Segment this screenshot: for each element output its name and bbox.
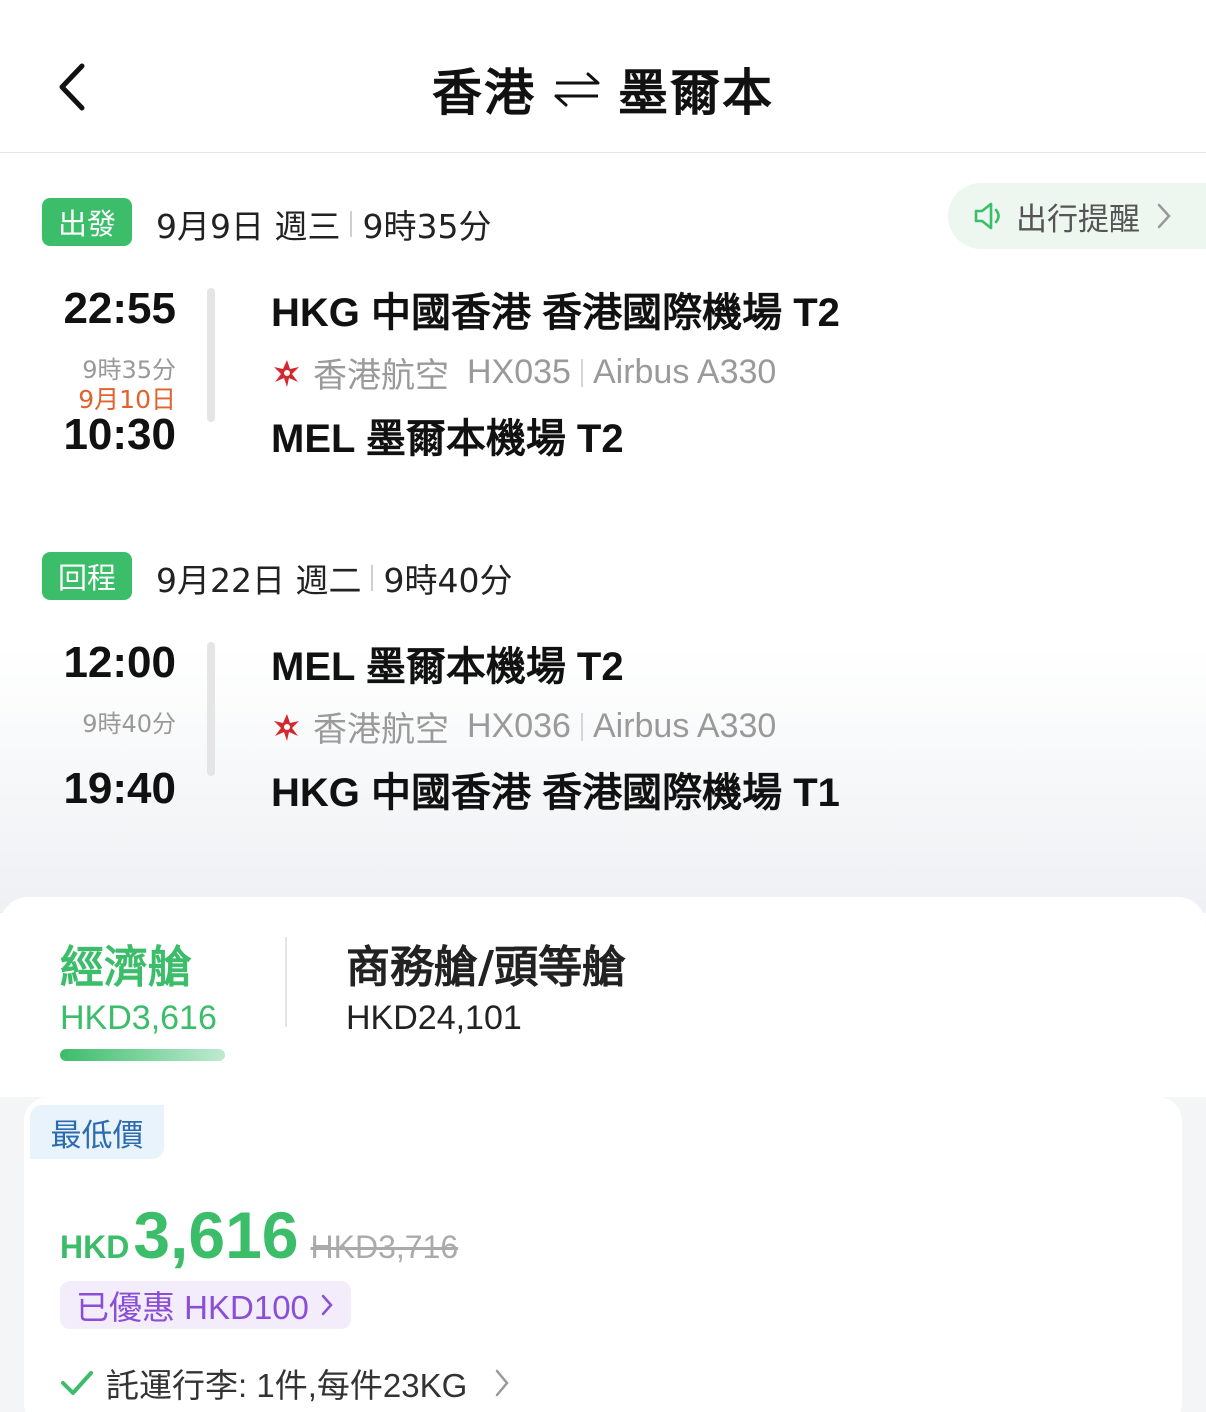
page-title: 香港 墨爾本 bbox=[0, 54, 1206, 124]
checkmark-icon bbox=[61, 1371, 93, 1395]
discount-button[interactable]: 已優惠 HKD100 bbox=[60, 1281, 351, 1329]
tab-economy[interactable]: 經濟艙 HKD3,616 bbox=[60, 931, 217, 1038]
outbound-total-duration: 9時35分 bbox=[362, 207, 492, 246]
price-currency: HKD bbox=[60, 1229, 130, 1265]
divider bbox=[371, 565, 374, 591]
hong-kong-airlines-logo-icon bbox=[274, 713, 299, 741]
timeline-line bbox=[207, 642, 215, 776]
round-trip-arrows-icon bbox=[554, 72, 600, 107]
return-airline: 香港航空 bbox=[313, 711, 449, 749]
price-row: HKD 3,616 HKD3,716 bbox=[60, 1197, 458, 1273]
return-depart-time: 12:00 bbox=[63, 638, 176, 687]
return-date: 9月22日 週二 bbox=[156, 561, 362, 600]
cabin-name: 商務艙/頭等艙 bbox=[346, 942, 627, 993]
return-depart-airport: MEL 墨爾本機場 T2 bbox=[271, 645, 624, 689]
outbound-flight-number: HX035 bbox=[467, 353, 571, 391]
baggage-label: 託運行李: 1件,每件23KG bbox=[106, 1367, 468, 1404]
fare-card[interactable]: 最低價 HKD 3,616 HKD3,716 已優惠 HKD100 託運行李: … bbox=[24, 1097, 1182, 1412]
travel-reminder-button[interactable]: 出行提醒 bbox=[948, 183, 1206, 249]
outbound-airline: 香港航空 bbox=[313, 357, 449, 395]
return-flight-info: 香港航空 HX036 Airbus A330 bbox=[271, 702, 776, 751]
reminder-label: 出行提醒 bbox=[1016, 201, 1140, 238]
lowest-price-badge: 最低價 bbox=[30, 1105, 164, 1159]
cabin-name: 經濟艙 bbox=[60, 942, 192, 993]
active-tab-indicator bbox=[60, 1049, 225, 1061]
origin-city: 香港 bbox=[432, 64, 536, 122]
price-amount: 3,616 bbox=[133, 1198, 299, 1272]
divider bbox=[350, 211, 353, 237]
chevron-right-icon bbox=[496, 1369, 509, 1397]
return-date-row: 9月22日 週二 9時40分 bbox=[156, 554, 512, 602]
return-total-duration: 9時40分 bbox=[383, 561, 513, 600]
return-aircraft: Airbus A330 bbox=[592, 707, 777, 745]
divider bbox=[580, 358, 583, 387]
outbound-badge: 出發 bbox=[42, 198, 132, 246]
timeline-line bbox=[207, 288, 215, 422]
outbound-depart-time: 22:55 bbox=[63, 284, 176, 333]
speaker-icon bbox=[974, 202, 1000, 230]
divider bbox=[580, 712, 583, 741]
cabin-price: HKD24,101 bbox=[346, 999, 522, 1037]
outbound-arrive-airport: MEL 墨爾本機場 T2 bbox=[271, 417, 624, 461]
outbound-date: 9月9日 週三 bbox=[156, 207, 341, 246]
outbound-arrive-time: 10:30 bbox=[63, 410, 176, 459]
cabin-price: HKD3,616 bbox=[60, 999, 217, 1037]
baggage-info[interactable]: 託運行李: 1件,每件23KG bbox=[60, 1359, 511, 1407]
return-flight-number: HX036 bbox=[467, 707, 571, 745]
return-arrive-airport: HKG 中國香港 香港國際機場 T1 bbox=[271, 771, 840, 815]
original-price: HKD3,716 bbox=[310, 1229, 459, 1265]
chevron-right-icon bbox=[1157, 203, 1171, 229]
nav-header: 香港 墨爾本 bbox=[0, 0, 1206, 153]
hong-kong-airlines-logo-icon bbox=[274, 359, 299, 387]
fare-panel: 經濟艙 HKD3,616 商務艙/頭等艙 HKD24,101 最低價 HKD 3… bbox=[0, 897, 1206, 1412]
outbound-flight-info: 香港航空 HX035 Airbus A330 bbox=[271, 348, 776, 397]
tab-business-first[interactable]: 商務艙/頭等艙 HKD24,101 bbox=[346, 931, 626, 1038]
chevron-right-icon bbox=[321, 1294, 333, 1316]
return-badge: 回程 bbox=[42, 552, 132, 600]
divider bbox=[285, 937, 287, 1027]
cabin-tabs: 經濟艙 HKD3,616 商務艙/頭等艙 HKD24,101 bbox=[0, 897, 1206, 1097]
outbound-aircraft: Airbus A330 bbox=[592, 353, 777, 391]
outbound-date-row: 9月9日 週三 9時35分 bbox=[156, 200, 491, 248]
outbound-depart-airport: HKG 中國香港 香港國際機場 T2 bbox=[271, 291, 840, 335]
return-arrive-time: 19:40 bbox=[63, 764, 176, 813]
destination-city: 墨爾本 bbox=[618, 64, 774, 122]
discount-label: 已優惠 HKD100 bbox=[76, 1289, 309, 1326]
return-duration: 9時40分 bbox=[82, 710, 176, 738]
